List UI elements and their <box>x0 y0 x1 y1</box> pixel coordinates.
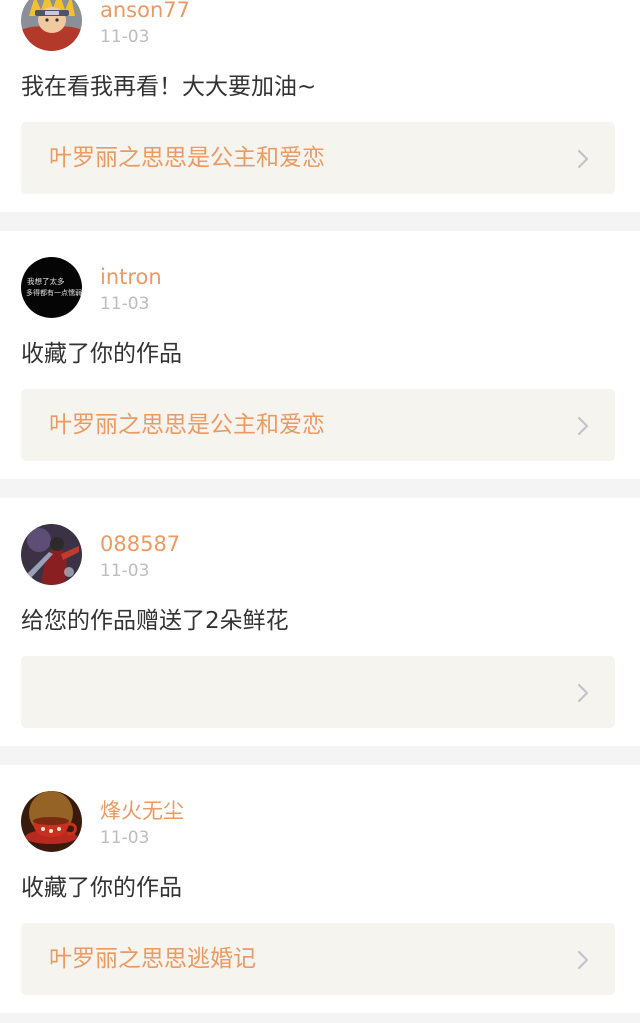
username[interactable]: anson77 <box>100 0 190 23</box>
work-title: 叶罗丽之思思是公主和爱恋 <box>49 145 325 171</box>
timestamp: 11-03 <box>100 561 150 581</box>
avatar-text-line: 我想了太多 <box>27 276 65 286</box>
game-character-avatar-icon <box>21 524 82 585</box>
username[interactable]: 烽火无尘 <box>100 798 184 824</box>
timestamp: 11-03 <box>100 27 150 47</box>
work-link-card[interactable] <box>21 656 615 728</box>
notification-message: 收藏了你的作品 <box>21 875 182 901</box>
work-link-card[interactable]: 叶罗丽之思思是公主和爱恋 <box>21 389 615 461</box>
notification-card: 烽火无尘 11-03 收藏了你的作品 叶罗丽之思思逃婚记 <box>0 765 640 1013</box>
work-title: 叶罗丽之思思逃婚记 <box>49 946 256 972</box>
notification-feed: anson77 11-03 我在看我再看！大大要加油~ 叶罗丽之思思是公主和爱恋… <box>0 0 640 1023</box>
work-link-card[interactable]: 叶罗丽之思思是公主和爱恋 <box>21 122 615 194</box>
chevron-right-icon <box>577 683 589 703</box>
timestamp: 11-03 <box>100 828 150 848</box>
notification-card: 我想了太多 多得都有一点懦弱 intron 11-03 收藏了你的作品 叶罗丽之… <box>0 231 640 479</box>
anime-character-avatar-icon <box>21 0 82 51</box>
work-title: 叶罗丽之思思是公主和爱恋 <box>49 412 325 438</box>
notification-message: 我在看我再看！大大要加油~ <box>21 74 317 100</box>
username[interactable]: 088587 <box>100 531 180 557</box>
user-avatar[interactable] <box>21 0 82 51</box>
timestamp: 11-03 <box>100 294 150 314</box>
user-avatar[interactable]: 我想了太多 多得都有一点懦弱 <box>21 257 82 318</box>
tea-cup-avatar-icon <box>21 791 82 852</box>
chevron-right-icon <box>577 416 589 436</box>
user-avatar[interactable] <box>21 791 82 852</box>
notification-message: 收藏了你的作品 <box>21 341 182 367</box>
notification-card: anson77 11-03 我在看我再看！大大要加油~ 叶罗丽之思思是公主和爱恋 <box>0 0 640 212</box>
user-avatar[interactable] <box>21 524 82 585</box>
avatar-text-line: 多得都有一点懦弱 <box>26 288 82 297</box>
notification-card: 088587 11-03 给您的作品赠送了2朵鲜花 <box>0 498 640 746</box>
text-avatar-icon: 我想了太多 多得都有一点懦弱 <box>21 257 82 318</box>
chevron-right-icon <box>577 149 589 169</box>
notification-message: 给您的作品赠送了2朵鲜花 <box>21 608 289 634</box>
username[interactable]: intron <box>100 264 162 290</box>
work-link-card[interactable]: 叶罗丽之思思逃婚记 <box>21 923 615 995</box>
chevron-right-icon <box>577 950 589 970</box>
